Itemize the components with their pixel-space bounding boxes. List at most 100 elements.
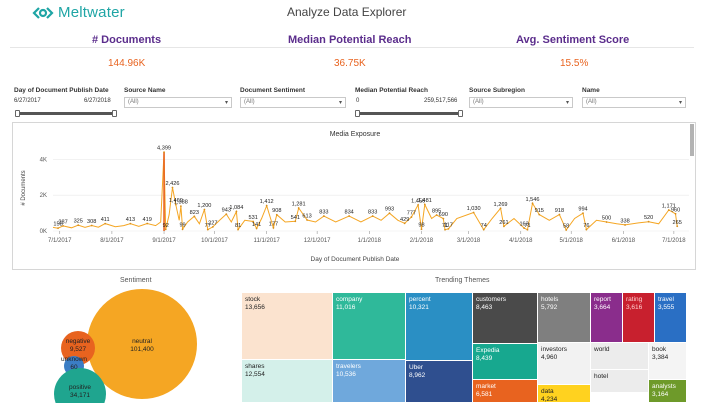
y-tick-label: 0K [40,229,47,235]
treemap-tile-rating[interactable]: rating 3,616 [623,293,654,342]
sentiment-select[interactable]: (All) ▾ [240,97,346,108]
kpi-sentiment-value: 15.5% [560,58,589,69]
treemap-tile-hotel[interactable]: hotel [591,370,648,392]
brand-name: Meltwater [58,4,125,21]
data-label: 915 [535,208,544,214]
data-label: 1,388 [174,200,188,206]
filter-source-name-label: Source Name [124,87,166,94]
data-label: 1,412 [260,199,274,205]
meltwater-logo: Meltwater [32,4,125,21]
data-label: 411 [101,217,110,223]
data-label: 823 [190,210,199,216]
treemap-tile-stock[interactable]: stock 13,656 [242,293,332,359]
date-slider-track[interactable] [18,112,114,115]
filter-reach-label: Median Potential Reach [355,87,428,94]
x-tick-label: 7/1/2018 [662,238,686,244]
treemap-tile-hotels[interactable]: hotels 5,792 [538,293,590,342]
y-tick-label: 4K [40,157,47,163]
x-tick-label: 8/1/2017 [100,238,124,244]
tile-label: customers [476,296,506,303]
tile-label: data [541,388,554,395]
treemap-tile-expedia[interactable]: Expedia 8,439 [473,344,537,379]
kpi-reach-value: 36.75K [334,58,366,69]
data-label: 177 [269,221,278,227]
tile-value: 10,321 [409,304,429,311]
treemap-tile-shares[interactable]: shares 12,554 [242,360,332,402]
filter-date-end[interactable]: 6/27/2018 [84,98,111,104]
tile-value: 8,463 [476,304,493,311]
tile-value: 5,792 [541,304,558,311]
filter-subregion-label: Source Subregion [469,87,525,94]
treemap-tile-book[interactable]: book 3,384 [649,343,686,379]
tile-value: 11,016 [336,304,356,311]
filter-date-label: Day of Document Publish Date [14,87,109,94]
data-label: 261 [499,220,508,226]
treemap-tile-travelers[interactable]: travelers 10,536 [333,360,405,402]
filter-date-start[interactable]: 6/27/2017 [14,98,41,104]
source-name-value: (All) [128,99,139,105]
reach-slider-min-handle[interactable] [355,110,360,117]
source-name-select[interactable]: (All) ▾ [124,97,232,108]
data-label: 117 [444,222,453,228]
data-label: 92 [163,223,169,229]
treemap-tile-data[interactable]: data 4,234 [538,385,590,402]
reach-slider-max-handle[interactable] [458,110,463,117]
subregion-select[interactable]: (All) ▾ [469,97,573,108]
header-divider [10,47,694,48]
data-label: 141 [252,222,261,228]
data-label: 993 [385,207,394,213]
treemap-tile-market[interactable]: market 6,581 [473,380,537,402]
bubble-unknown-value: 60 [70,364,78,371]
treemap-tile-analysts[interactable]: analysts 3,164 [649,380,686,402]
tile-value: 12,554 [245,371,265,378]
tile-label: book [652,346,667,353]
tile-label: hotel [594,373,609,380]
data-label: 531 [249,215,258,221]
treemap-tile-report[interactable]: report 3,664 [591,293,622,342]
bubble-negative-label: negative 9,527 [60,338,96,354]
data-label: 265 [673,220,682,226]
data-label: 419 [143,217,152,223]
data-label: 1,281 [292,202,306,208]
treemap-tile-world[interactable]: world [591,343,648,369]
chart-title: Media Exposure [330,131,381,138]
media-exposure-svg: Media Exposure 0K 2K 4K # Documents 7/1/2017 8… [21,131,689,263]
treemap-tile-company[interactable]: company 11,016 [333,293,405,359]
data-label: 2,426 [165,181,179,187]
x-tick-label: 5/1/2018 [560,238,584,244]
y-tick-label: 2K [40,193,47,199]
tile-label: travelers [336,363,361,370]
filter-reach-min[interactable]: 0 [356,98,359,104]
data-label: 71 [524,223,530,229]
treemap-tile-travel[interactable]: travel 3,555 [655,293,686,342]
data-label: 1,546 [526,197,540,203]
x-axis-label: Day of Document Publish Date [311,256,400,263]
tile-value: 3,164 [652,391,669,398]
chart-scrollbar[interactable] [690,124,694,156]
tile-label: travel [658,296,674,303]
name-select[interactable]: (All) ▾ [582,97,686,108]
reach-slider-track[interactable] [358,112,460,115]
kpi-reach-label: Median Potential Reach [288,34,412,46]
data-label: 338 [620,218,629,224]
data-label: 99 [179,223,185,229]
filter-reach-max[interactable]: 259,517,566 [424,98,457,104]
treemap-tile-percent[interactable]: percent 10,321 [406,293,472,360]
data-label: 58 [563,223,569,229]
sentiment-value: (All) [244,99,255,105]
tile-label: company [336,296,363,303]
data-label: 690 [439,212,448,218]
tile-label: shares [245,363,265,370]
treemap-tile-customers[interactable]: customers 8,463 [473,293,537,343]
treemap-tile-investors[interactable]: investors 4,960 [538,343,590,384]
media-exposure-chart[interactable]: Media Exposure 0K 2K 4K # Documents 7/1/2017 8… [12,122,696,270]
treemap-tile-uber[interactable]: Uber 8,962 [406,361,472,402]
tile-label: report [594,296,611,303]
tile-value: 6,581 [476,391,493,398]
date-slider-start-handle[interactable] [15,110,20,117]
chevron-down-icon: ▾ [678,100,682,106]
data-label: 1,030 [467,206,481,212]
date-slider-end-handle[interactable] [112,110,117,117]
x-tick-label: 10/1/2017 [201,238,228,244]
bubble-positive-name: positive [68,384,92,391]
